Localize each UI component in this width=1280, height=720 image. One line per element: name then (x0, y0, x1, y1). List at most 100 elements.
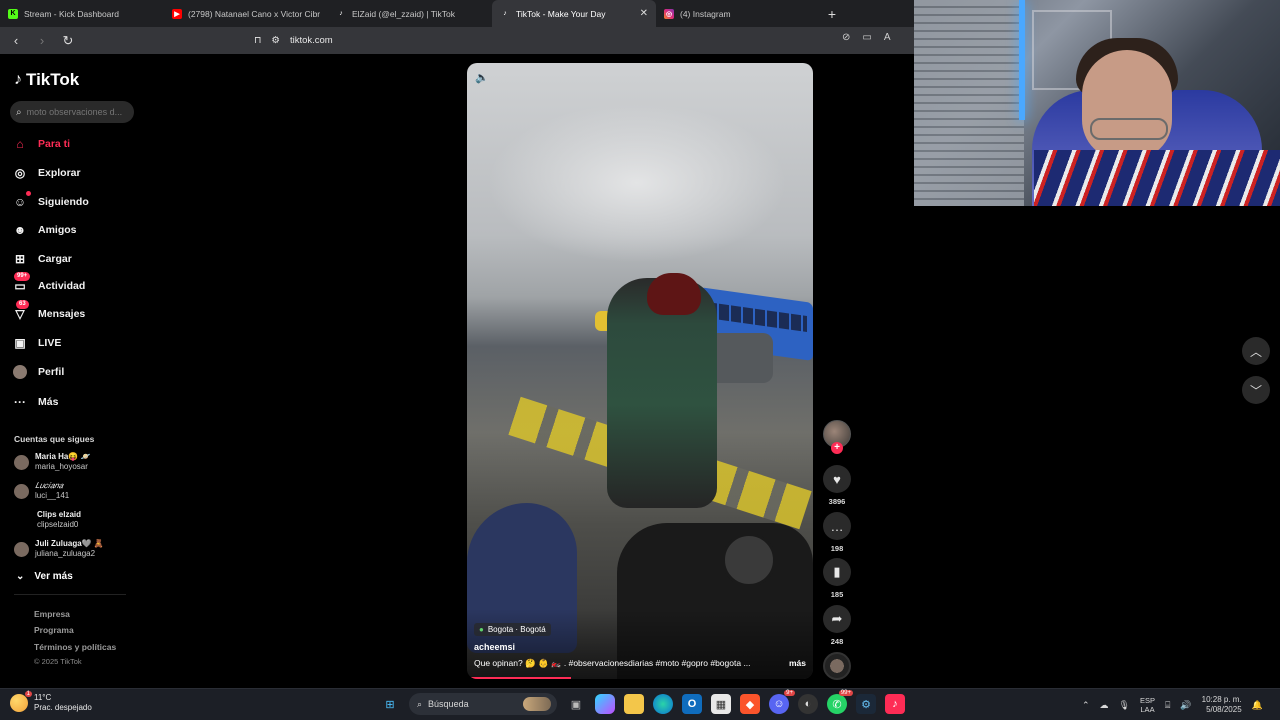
following-account[interactable]: Maria Ha😝 🪐 maria_hoyosar (14, 452, 91, 472)
sidebar-item-mensajes[interactable]: ▽ 63 Mensajes (12, 300, 85, 324)
footer-link-empresa[interactable]: Empresa (34, 609, 70, 619)
forward-icon[interactable]: › (32, 31, 52, 51)
video-player[interactable]: 🔈 ● Bogota · Bogotá acheemsi Que opinan?… (467, 63, 813, 679)
obs-icon[interactable]: ◐ (798, 694, 818, 714)
account-handle: juliana_zuluaga2 (35, 549, 96, 558)
tab-instagram[interactable]: ◎ (4) Instagram (656, 0, 820, 27)
tiktok-app-icon[interactable]: ♪ (885, 694, 905, 714)
layout-code: LAA (1140, 705, 1155, 714)
sidebar-item-cargar[interactable]: ⊞ Cargar (12, 249, 72, 269)
copilot-icon[interactable] (595, 694, 615, 714)
video-author[interactable]: acheemsi (474, 642, 515, 652)
search-box[interactable]: ⌕ (10, 101, 134, 123)
tab-tiktok-profile[interactable]: ♪ ElZaid (@el_zzaid) | TikTok (328, 0, 492, 27)
search-highlight-image (523, 697, 551, 711)
caption-more-button[interactable]: más (789, 658, 806, 669)
account-handle: maria_hoyosar (35, 462, 88, 471)
onedrive-icon[interactable]: ☁ (1100, 700, 1109, 711)
save-button[interactable]: ▮ (823, 558, 851, 586)
sidebar-item-actividad[interactable]: ▭ 99+ Actividad (12, 272, 86, 296)
bookmark-icon[interactable]: ⊓ (254, 35, 261, 46)
tray-expand-icon[interactable]: ⌃ (1082, 700, 1090, 711)
weather-icon: 1 (10, 691, 32, 712)
file-explorer-icon[interactable] (624, 694, 644, 714)
sidebar-item-label: Siguiendo (38, 196, 89, 208)
brave-icon[interactable]: ◆ (740, 694, 760, 714)
webcam-person-face (1082, 50, 1172, 160)
video-progress-bar[interactable] (467, 677, 571, 679)
see-more-button[interactable]: ⌄ Ver más (16, 571, 73, 582)
new-tab-button[interactable]: + (820, 0, 844, 27)
tab-tiktok-home[interactable]: ♪ TikTok - Make Your Day ✕ (492, 0, 656, 27)
weather-temp: 11°C (34, 693, 52, 702)
tab-youtube[interactable]: ▶ (2798) Natanael Cano x Victor Cibrian (164, 0, 328, 27)
activity-badge: 99+ (14, 272, 31, 281)
network-icon[interactable]: ⌸ (1165, 700, 1170, 711)
sidebar-item-live[interactable]: ▣ LIVE (12, 333, 61, 353)
location-pin-icon: ● (479, 625, 484, 634)
music-disc[interactable] (823, 652, 851, 680)
outlook-icon[interactable]: O (682, 694, 702, 714)
url-text[interactable]: tiktok.com (290, 35, 333, 46)
footer-link-terminos[interactable]: Términos y políticas (34, 642, 116, 652)
edge-icon[interactable] (653, 694, 673, 714)
following-account[interactable]: 𝐿𝑢𝑐𝑖𝑎𝑛𝑎 luci__141 (14, 481, 69, 501)
following-account[interactable]: Juli Zuluaga🩶 🧸 juliana_zuluaga2 (14, 539, 104, 559)
webcam-shirt (1034, 150, 1280, 206)
microphone-icon[interactable]: 🎙 (1119, 700, 1130, 711)
whatsapp-icon[interactable]: ✆ 99+ (827, 690, 853, 714)
search-input[interactable] (26, 107, 127, 117)
no-tracking-icon[interactable]: ⊘ (842, 32, 850, 43)
next-video-button[interactable]: ﹀ (1242, 376, 1270, 404)
discord-icon[interactable]: ☺ 9+ (769, 690, 795, 714)
share-button[interactable]: ➦ (823, 605, 851, 633)
taskbar-search[interactable]: ⌕ Búsqueda (409, 693, 557, 715)
task-view-icon[interactable]: ▣ (566, 694, 586, 714)
account-name: Juli Zuluaga🩶 🧸 (35, 539, 104, 548)
sidebar-item-perfil[interactable]: Perfil (12, 362, 64, 382)
caption-text: Que opinan? 🤔 👶 🏍️ . #observacionesdiari… (474, 658, 751, 668)
like-button[interactable]: ♥ (823, 465, 851, 493)
clock[interactable]: 10:28 p. m. 5/08/2025 (1202, 695, 1242, 715)
translate-icon[interactable]: A (884, 32, 891, 43)
back-icon[interactable]: ‹ (6, 31, 26, 51)
notification-dot (26, 191, 31, 196)
following-account[interactable]: Clips elzaid clipselzaid0 (14, 510, 81, 530)
chevron-up-icon: ︿ (1249, 344, 1262, 359)
weather-widget[interactable]: 1 11°C Prac. despejado (10, 691, 92, 713)
sidebar-item-label: Para ti (38, 138, 71, 150)
notification-bell-icon[interactable]: 🔔 (1252, 700, 1263, 711)
steam-icon[interactable]: ⚙ (856, 694, 876, 714)
comment-button[interactable]: … (823, 512, 851, 540)
sidebar-item-explorar[interactable]: ◎ Explorar (12, 163, 81, 183)
previous-video-button[interactable]: ︿ (1242, 337, 1270, 365)
volume-icon[interactable]: 🔊 (1180, 700, 1191, 711)
footer-link-programa[interactable]: Programa (34, 625, 74, 635)
volume-icon[interactable]: 🔈 (475, 71, 489, 84)
site-info-icon[interactable]: ⚙ (271, 35, 280, 46)
avatar (14, 454, 29, 470)
video-helmet (647, 273, 701, 315)
sidebar-item-siguiendo[interactable]: ☺ Siguiendo (12, 191, 89, 212)
instagram-icon: ◎ (664, 8, 674, 19)
like-count: 3896 (828, 497, 846, 506)
windows-start-icon[interactable]: ⊞ (380, 694, 400, 714)
tiktok-logo[interactable]: ♪ TikTok (14, 70, 79, 90)
tab-kick-dashboard[interactable]: K Stream - Kick Dashboard (0, 0, 164, 27)
sidebar-item-label: Actividad (38, 280, 86, 292)
language-indicator[interactable]: ESP LAA (1140, 696, 1155, 714)
reader-icon[interactable]: ▭ (862, 32, 871, 43)
activity-icon: ▭ 99+ (12, 272, 31, 294)
sidebar-item-mas[interactable]: ··· Más (12, 392, 58, 412)
url-field[interactable]: ⊓ ⚙ tiktok.com (254, 31, 333, 50)
language-code: ESP (1139, 696, 1155, 705)
whatsapp-badge: 99+ (838, 690, 853, 696)
follow-plus-icon[interactable]: + (831, 442, 843, 454)
reload-icon[interactable]: ↻ (58, 31, 78, 51)
sidebar-item-amigos[interactable]: ☻ Amigos (12, 220, 77, 240)
location-tag[interactable]: ● Bogota · Bogotá (474, 623, 551, 636)
share-count: 248 (830, 637, 844, 646)
sidebar-item-para-ti[interactable]: ⌂ Para ti (12, 134, 70, 154)
store-icon[interactable]: ▦ (711, 694, 731, 714)
close-icon[interactable]: ✕ (640, 8, 648, 19)
